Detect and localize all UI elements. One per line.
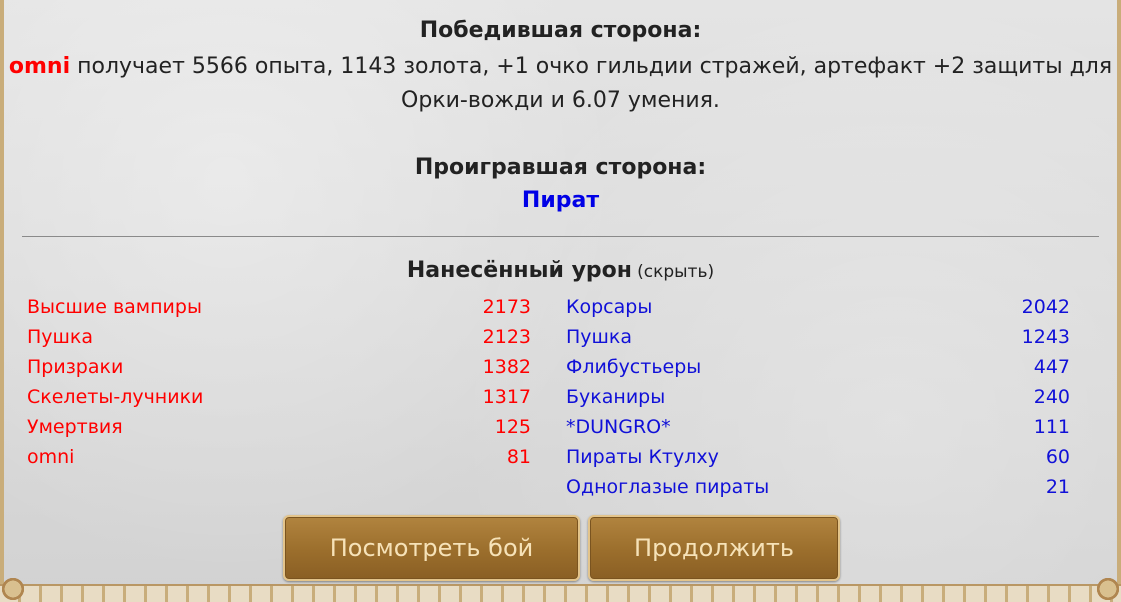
damage-title: Нанесённый урон [406,258,632,283]
unit-name: Высшие вампиры [27,296,202,318]
continue-button[interactable]: Продолжить [588,515,840,581]
damage-value: 111 [1033,416,1070,438]
list-item: Умертвия 125 [27,412,531,442]
unit-name[interactable]: *DUNGRO* [566,412,671,442]
unit-name: Корсары [566,296,653,318]
list-item: Одноглазые пираты 21 [566,472,1070,502]
damage-header: Нанесённый урон (скрыть) [0,258,1121,283]
damage-value: 2042 [1021,296,1070,318]
damage-value: 2173 [482,296,531,318]
unit-name: Пираты Ктулху [566,446,719,468]
list-item: Пушка 1243 [566,322,1070,352]
list-item: Пушка 2123 [27,322,531,352]
list-item: Пираты Ктулху 60 [566,442,1070,472]
corner-ornament-icon [0,576,26,602]
loser-damage-list: Корсары 2042 Пушка 1243 Флибустьеры 447 Бук… [566,292,1070,502]
hide-damage-link[interactable]: (скрыть) [637,262,714,282]
list-item: Буканиры 240 [566,382,1070,412]
list-item: Скелеты-лучники 1317 [27,382,531,412]
view-battle-button[interactable]: Посмотреть бой [283,515,580,581]
reward-text: получает 5566 опыта, 1143 золота, +1 очк… [70,54,1113,79]
unit-name: Одноглазые пираты [566,476,770,498]
unit-name: Умертвия [27,416,123,438]
unit-name: Скелеты-лучники [27,386,204,408]
winner-heading: Победившая сторона: [419,18,702,43]
winner-reward-line: omni получает 5566 опыта, 1143 золота, +… [0,54,1121,79]
unit-name[interactable]: omni [27,442,74,472]
damage-value: 21 [1045,476,1070,498]
unit-name: Пушка [27,326,94,348]
decorative-border [0,584,1121,602]
loser-heading: Проигравшая сторона: [414,155,707,180]
damage-value: 81 [506,446,531,468]
corner-ornament-icon [1095,576,1121,602]
damage-value: 1243 [1021,326,1070,348]
list-item: omni 81 [27,442,531,472]
list-item: Корсары 2042 [566,292,1070,322]
unit-name: Буканиры [566,386,666,408]
damage-value: 125 [494,416,531,438]
list-item: Флибустьеры 447 [566,352,1070,382]
damage-value: 240 [1033,386,1070,408]
winner-damage-list: Высшие вампиры 2173 Пушка 2123 Призраки 138… [27,292,531,472]
unit-name: Флибустьеры [566,356,702,378]
loser-player-wrap: Пират [0,188,1121,213]
damage-value: 447 [1033,356,1070,378]
unit-name: Призраки [27,356,124,378]
divider [22,236,1099,237]
winner-player-link[interactable]: omni [9,54,70,79]
loser-player-link[interactable]: Пират [522,188,599,213]
list-item: Призраки 1382 [27,352,531,382]
damage-value: 1382 [482,356,531,378]
unit-name: Пушка [566,326,633,348]
list-item: Высшие вампиры 2173 [27,292,531,322]
list-item: *DUNGRO* 111 [566,412,1070,442]
winner-reward-line-2: Орки-вожди и 6.07 умения. [401,88,720,113]
damage-value: 1317 [482,386,531,408]
damage-value: 60 [1045,446,1070,468]
damage-value: 2123 [482,326,531,348]
